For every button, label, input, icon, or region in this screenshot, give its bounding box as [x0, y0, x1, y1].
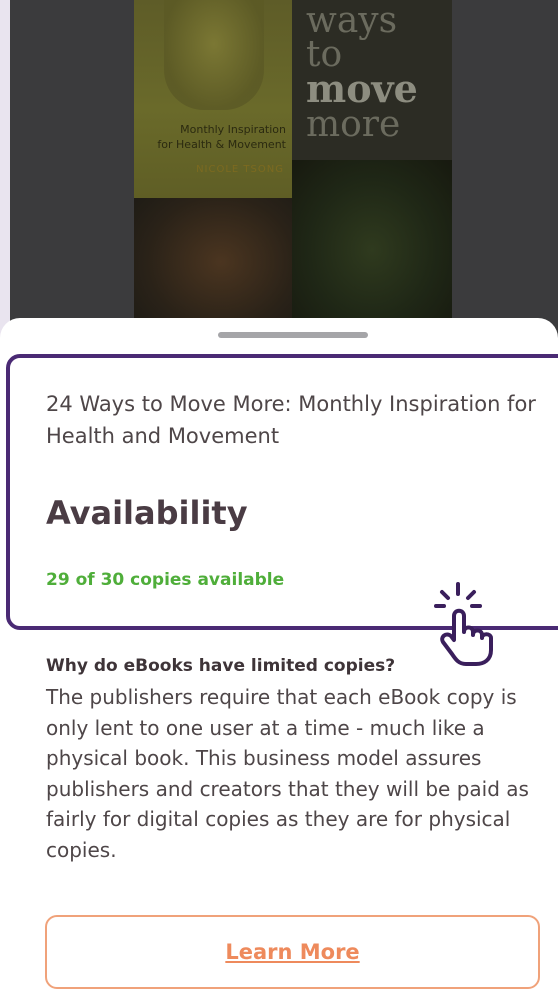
why-limited-heading: Why do eBooks have limited copies? — [46, 656, 396, 676]
cover-photo-right — [292, 160, 452, 340]
learn-more-label: Learn More — [225, 940, 360, 964]
cover-photo-top — [164, 0, 264, 110]
cover-title: ways to move more — [306, 0, 418, 145]
cover-subtitle-line: Monthly Inspiration — [180, 123, 286, 136]
book-cover-image: Monthly Inspiration for Health & Movemen… — [134, 0, 452, 340]
cover-subtitle-line: for Health & Movement — [157, 138, 286, 151]
tap-hand-icon — [434, 582, 493, 666]
cover-title-line: ways — [306, 0, 398, 41]
learn-more-button[interactable]: Learn More — [45, 915, 540, 989]
why-limited-body: The publishers require that each eBook c… — [46, 685, 529, 862]
sheet-drag-handle[interactable] — [218, 332, 368, 338]
cover-title-line: more — [306, 104, 401, 145]
cover-subtitle: Monthly Inspiration for Health & Movemen… — [157, 122, 286, 152]
cover-author: NICOLE TSONG — [196, 164, 284, 175]
